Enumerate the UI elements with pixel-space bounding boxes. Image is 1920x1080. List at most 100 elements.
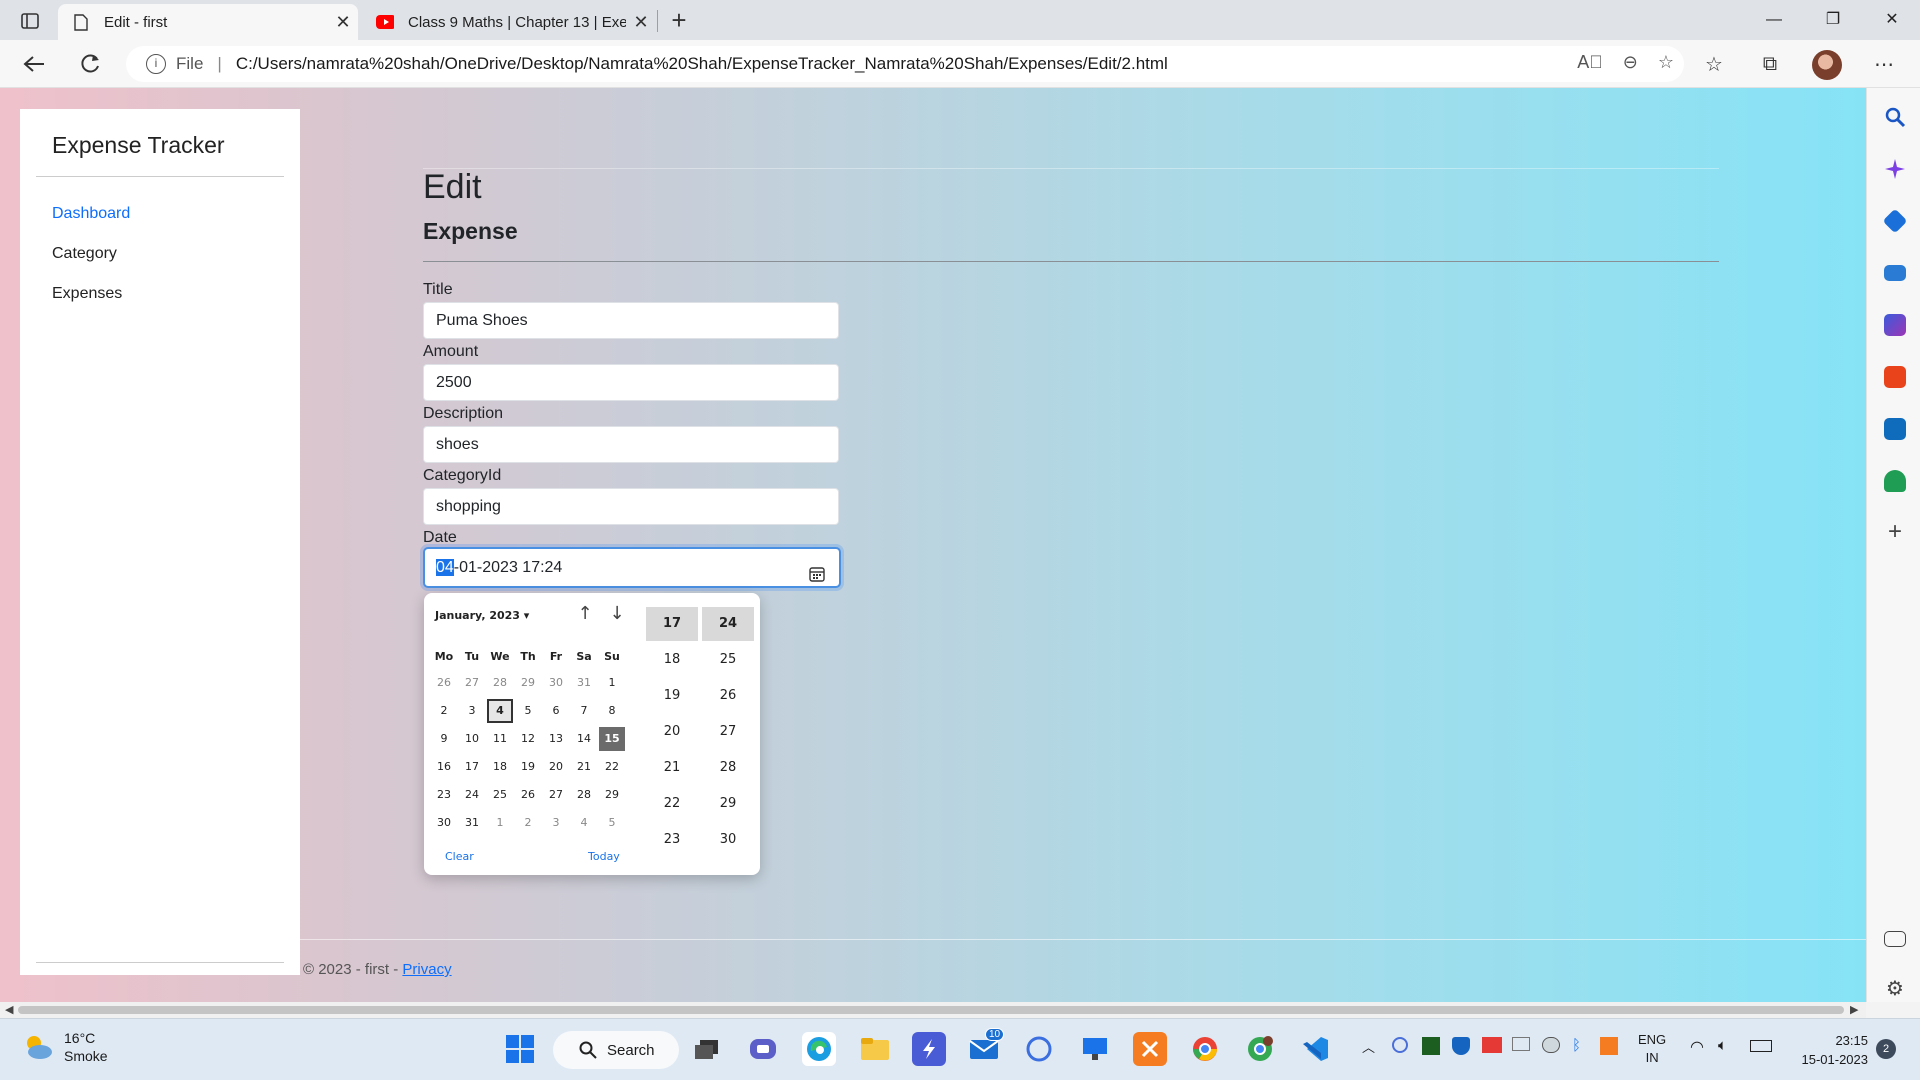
info-icon[interactable]: i: [146, 54, 166, 74]
calendar-day[interactable]: 5: [599, 811, 625, 835]
calendar-day[interactable]: 29: [599, 783, 625, 807]
tray-xampp-icon[interactable]: [1600, 1037, 1618, 1055]
profile-avatar[interactable]: [1812, 50, 1842, 80]
security-shield-icon[interactable]: [1452, 1037, 1470, 1055]
sidebar-item-category[interactable]: Category: [52, 245, 117, 263]
chrome-profile-icon[interactable]: [1243, 1032, 1277, 1066]
tray-red-app-icon[interactable]: [1482, 1037, 1502, 1053]
zoom-out-icon[interactable]: ⊖: [1623, 52, 1638, 73]
battery-icon[interactable]: [1750, 1040, 1772, 1052]
outlook-icon[interactable]: [1884, 418, 1906, 440]
read-aloud-icon[interactable]: A᪲: [1577, 52, 1603, 73]
clock[interactable]: 23:15 15-01-2023: [1790, 1031, 1869, 1069]
next-month-icon[interactable]: ↓: [605, 603, 629, 627]
monitor-app-icon[interactable]: [1078, 1032, 1112, 1066]
vscode-icon[interactable]: [1298, 1032, 1332, 1066]
games-icon[interactable]: [1884, 314, 1906, 336]
sidebar-item-expenses[interactable]: Expenses: [52, 285, 122, 303]
title-input[interactable]: Puma Shoes: [423, 302, 839, 339]
calendar-day[interactable]: 13: [543, 727, 569, 751]
minute-option[interactable]: 25: [702, 643, 754, 677]
settings-gear-icon[interactable]: ⚙: [1884, 978, 1906, 1000]
calendar-day[interactable]: 4: [571, 811, 597, 835]
calendar-day[interactable]: 2: [431, 699, 457, 723]
task-view-icon[interactable]: [690, 1032, 724, 1066]
office-icon[interactable]: [1884, 366, 1906, 388]
scroll-right-icon[interactable]: ▶: [1850, 1003, 1858, 1016]
more-icon[interactable]: ⋯: [1870, 50, 1898, 78]
calendar-day[interactable]: 26: [431, 671, 457, 695]
horizontal-scrollbar[interactable]: ◀ ▶: [0, 1002, 1866, 1018]
date-input[interactable]: 04-01-2023 17:24: [423, 547, 841, 588]
chrome-icon[interactable]: [1188, 1032, 1222, 1066]
category-input[interactable]: shopping: [423, 488, 839, 525]
minute-option[interactable]: 24: [702, 607, 754, 641]
calendar-day[interactable]: 15: [599, 727, 625, 751]
calendar-day[interactable]: 17: [459, 755, 485, 779]
tab-close-icon[interactable]: ✕: [626, 12, 656, 33]
calendar-day[interactable]: 28: [571, 783, 597, 807]
calendar-day[interactable]: 31: [459, 811, 485, 835]
weather-widget[interactable]: 16°C Smoke: [22, 1029, 108, 1065]
collections-icon[interactable]: ⧉: [1756, 50, 1784, 78]
month-year-select[interactable]: January, 2023 ▾: [435, 609, 529, 622]
calendar-day[interactable]: 18: [487, 755, 513, 779]
hour-option[interactable]: 19: [646, 679, 698, 713]
calendar-day[interactable]: 3: [459, 699, 485, 723]
calendar-day[interactable]: 2: [515, 811, 541, 835]
calendar-day[interactable]: 27: [543, 783, 569, 807]
tree-icon[interactable]: [1884, 470, 1906, 492]
shopping-icon[interactable]: [1882, 208, 1908, 234]
calendar-day[interactable]: 9: [431, 727, 457, 751]
privacy-link[interactable]: Privacy: [402, 961, 451, 978]
description-input[interactable]: shoes: [423, 426, 839, 463]
url-text[interactable]: C:/Users/namrata%20shah/OneDrive/Desktop…: [236, 54, 1168, 74]
wifi-icon[interactable]: ◠: [1690, 1037, 1704, 1057]
calendar-day[interactable]: 30: [431, 811, 457, 835]
nvidia-icon[interactable]: [1422, 1037, 1440, 1055]
hour-option[interactable]: 20: [646, 715, 698, 749]
hour-option[interactable]: 21: [646, 751, 698, 785]
minute-option[interactable]: 29: [702, 787, 754, 821]
minute-option[interactable]: 28: [702, 751, 754, 785]
add-icon[interactable]: +: [1884, 520, 1906, 544]
calendar-day[interactable]: 3: [543, 811, 569, 835]
calendar-day[interactable]: 16: [431, 755, 457, 779]
brand-title[interactable]: Expense Tracker: [52, 132, 225, 159]
hour-option[interactable]: 22: [646, 787, 698, 821]
hour-option[interactable]: 23: [646, 823, 698, 857]
sidebar-item-dashboard[interactable]: Dashboard: [52, 205, 130, 223]
calendar-day[interactable]: 23: [431, 783, 457, 807]
calendar-day[interactable]: 20: [543, 755, 569, 779]
calendar-day[interactable]: 14: [571, 727, 597, 751]
minute-option[interactable]: 26: [702, 679, 754, 713]
restore-icon[interactable]: ❐: [1805, 0, 1861, 40]
tray-monitor-icon[interactable]: [1512, 1037, 1530, 1051]
calendar-day[interactable]: 4: [487, 699, 513, 723]
mail-icon[interactable]: 10: [967, 1028, 1005, 1066]
minute-option[interactable]: 27: [702, 715, 754, 749]
calendar-day[interactable]: 5: [515, 699, 541, 723]
app-icon[interactable]: [912, 1032, 946, 1066]
calendar-day[interactable]: 6: [543, 699, 569, 723]
tray-app-icon[interactable]: [1392, 1037, 1408, 1053]
cortana-icon[interactable]: [1022, 1032, 1056, 1066]
xampp-icon[interactable]: [1133, 1032, 1167, 1066]
date-selected-segment[interactable]: 04: [436, 559, 454, 576]
today-button[interactable]: Today: [588, 850, 620, 863]
previous-month-icon[interactable]: ↑: [573, 603, 597, 627]
calendar-day[interactable]: 31: [571, 671, 597, 695]
scroll-left-icon[interactable]: ◀: [5, 1003, 13, 1016]
add-favorite-icon[interactable]: ☆: [1658, 52, 1674, 73]
tools-icon[interactable]: [1884, 265, 1906, 281]
hour-option[interactable]: 17: [646, 607, 698, 641]
calendar-day[interactable]: 28: [487, 671, 513, 695]
calendar-day[interactable]: 7: [571, 699, 597, 723]
taskbar-search[interactable]: Search: [553, 1031, 679, 1069]
calendar-day[interactable]: 27: [459, 671, 485, 695]
search-icon[interactable]: [1884, 106, 1906, 128]
calendar-day[interactable]: 21: [571, 755, 597, 779]
calendar-day[interactable]: 10: [459, 727, 485, 751]
calendar-day[interactable]: 30: [543, 671, 569, 695]
refresh-icon[interactable]: [74, 48, 106, 80]
